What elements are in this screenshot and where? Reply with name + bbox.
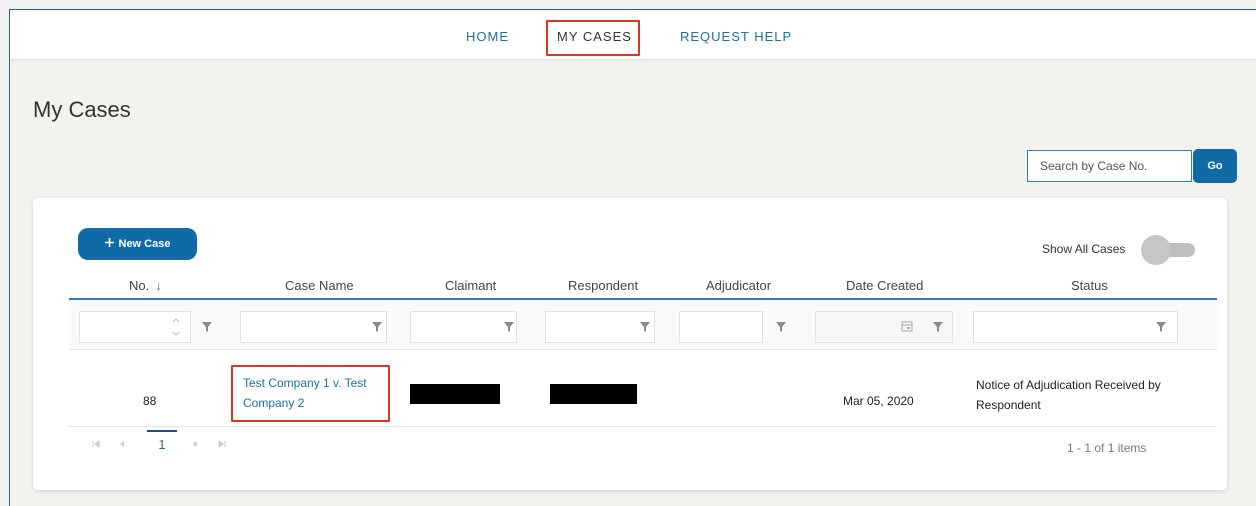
last-page-icon[interactable]	[217, 438, 227, 452]
filter-adjudicator-input[interactable]	[679, 311, 763, 343]
calendar-icon[interactable]	[900, 319, 914, 333]
filter-funnel-icon[interactable]	[501, 319, 517, 335]
go-button[interactable]: Go	[1193, 149, 1237, 183]
filter-funnel-icon[interactable]	[369, 319, 385, 335]
nav-request-help[interactable]: REQUEST HELP	[680, 29, 792, 44]
filter-case-name-input[interactable]	[240, 311, 387, 343]
filter-funnel-icon[interactable]	[637, 319, 653, 335]
redacted-respondent	[550, 384, 637, 404]
column-header-case-name[interactable]: Case Name	[285, 278, 354, 293]
pager-summary: 1 - 1 of 1 items	[1067, 441, 1147, 455]
pager-page-1[interactable]: 1	[147, 430, 177, 460]
nav-home[interactable]: HOME	[466, 29, 509, 44]
filter-funnel-icon[interactable]	[199, 319, 215, 335]
column-header-adjudicator[interactable]: Adjudicator	[706, 278, 771, 293]
nav-my-cases[interactable]: MY CASES	[557, 29, 632, 44]
row-divider	[69, 426, 1217, 427]
app-frame: HOME MY CASES REQUEST HELP My Cases Go N…	[9, 9, 1256, 506]
search-input[interactable]	[1027, 150, 1192, 182]
filter-status-input[interactable]	[973, 311, 1178, 343]
show-all-cases-toggle[interactable]	[1141, 235, 1195, 265]
next-page-icon[interactable]	[191, 438, 201, 452]
filter-funnel-icon[interactable]	[1153, 319, 1169, 335]
column-header-claimant[interactable]: Claimant	[445, 278, 496, 293]
top-navigation: HOME MY CASES REQUEST HELP	[10, 10, 1256, 60]
prev-page-icon[interactable]	[117, 438, 127, 452]
cell-date-created: Mar 05, 2020	[843, 394, 914, 408]
cell-status: Notice of Adjudication Received by Respo…	[976, 378, 1161, 412]
cell-no: 88	[143, 394, 157, 408]
first-page-icon[interactable]	[91, 438, 101, 452]
column-header-respondent[interactable]: Respondent	[568, 278, 638, 293]
filter-funnel-icon[interactable]	[930, 319, 946, 335]
plus-icon	[104, 238, 114, 250]
redacted-claimant	[410, 384, 500, 404]
column-header-no[interactable]: No. ↓	[129, 278, 162, 293]
sort-down-arrow-icon: ↓	[155, 278, 162, 293]
column-header-label: No.	[129, 278, 150, 293]
case-name-link[interactable]: Test Company 1 v. Test Company 2	[243, 373, 393, 413]
page-title: My Cases	[33, 97, 131, 122]
new-case-button[interactable]: New Case	[78, 228, 197, 260]
new-case-label: New Case	[118, 238, 171, 250]
column-header-status[interactable]: Status	[1071, 278, 1108, 293]
column-header-date-created[interactable]: Date Created	[846, 278, 923, 293]
toggle-knob	[1141, 235, 1171, 265]
filter-funnel-icon[interactable]	[773, 319, 789, 335]
show-all-cases-label: Show All Cases	[1042, 242, 1126, 256]
numeric-spinner-icon[interactable]	[171, 314, 181, 340]
cases-card: New Case Show All Cases No. ↓ Case Name C…	[33, 198, 1227, 490]
